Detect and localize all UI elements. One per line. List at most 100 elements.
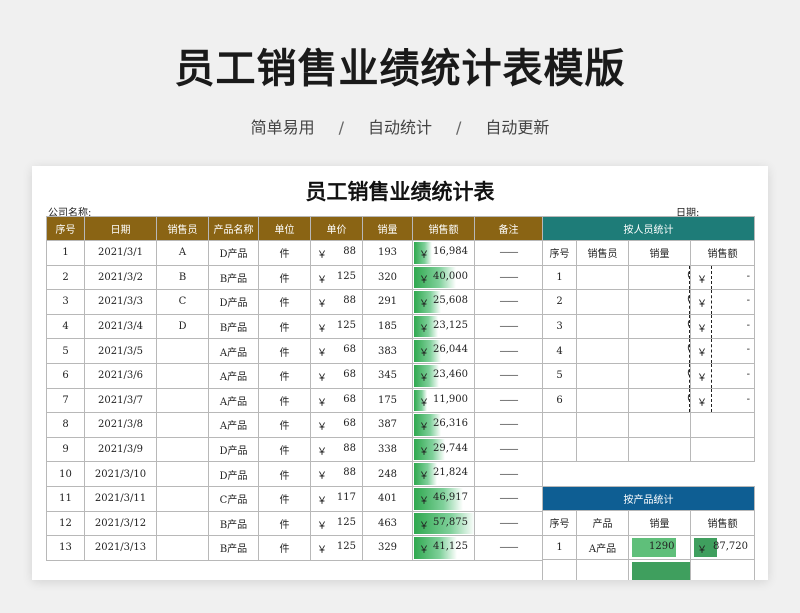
- empty-cell[interactable]: [542, 412, 577, 438]
- cell-product[interactable]: D产品: [208, 289, 259, 315]
- cell-product[interactable]: D产品: [208, 436, 259, 463]
- cell-note[interactable]: ——: [474, 313, 543, 340]
- empty-cell[interactable]: [542, 559, 577, 580]
- cell-seller[interactable]: [156, 362, 209, 389]
- cell-unit[interactable]: 件: [258, 412, 311, 438]
- cell-date[interactable]: 2021/3/6: [84, 362, 157, 389]
- empty-cell[interactable]: [576, 436, 629, 463]
- cell-no[interactable]: 8: [46, 412, 85, 438]
- cell-unit[interactable]: 件: [258, 535, 311, 561]
- cell-seller[interactable]: [156, 535, 209, 561]
- empty-cell[interactable]: [628, 412, 691, 438]
- cell-note[interactable]: ——: [474, 485, 543, 512]
- cell-note[interactable]: ——: [474, 289, 543, 315]
- cell-price[interactable]: ￥ 125: [310, 313, 363, 340]
- cell-no[interactable]: 9: [46, 436, 85, 463]
- cell-sales[interactable]: ￥ 29,744: [412, 436, 475, 463]
- cell-product[interactable]: C产品: [208, 485, 259, 512]
- cell-sales[interactable]: ￥ 21,824: [412, 461, 475, 487]
- person-col-seller[interactable]: 销售员: [576, 240, 629, 266]
- cell-price[interactable]: ￥ 88: [310, 461, 363, 487]
- col-header-date[interactable]: 日期: [84, 216, 157, 241]
- cell-note[interactable]: ——: [474, 461, 543, 487]
- cell-seller[interactable]: B: [156, 264, 209, 291]
- cell-product[interactable]: D产品: [208, 240, 259, 266]
- person-col-qty[interactable]: 销量: [628, 240, 691, 266]
- cell-seller[interactable]: [156, 510, 209, 537]
- cell-qty[interactable]: 175: [362, 387, 413, 414]
- person-cell-seller[interactable]: [576, 362, 629, 389]
- cell-seller[interactable]: [156, 436, 209, 463]
- cell-unit[interactable]: 件: [258, 313, 311, 340]
- cell-price[interactable]: ￥ 68: [310, 362, 363, 389]
- product-col-qty[interactable]: 销量: [628, 510, 691, 536]
- cell-product[interactable]: B产品: [208, 535, 259, 561]
- cell-product[interactable]: B产品: [208, 313, 259, 340]
- cell-seller[interactable]: [156, 412, 209, 438]
- cell-no[interactable]: 1: [46, 240, 85, 266]
- cell-no[interactable]: 13: [46, 535, 85, 561]
- empty-cell[interactable]: [690, 559, 755, 580]
- cell-qty[interactable]: 463: [362, 510, 413, 537]
- person-cell-no[interactable]: 2: [542, 289, 577, 315]
- cell-no[interactable]: 10: [46, 461, 85, 487]
- cell-note[interactable]: ——: [474, 387, 543, 414]
- cell-price[interactable]: ￥ 125: [310, 510, 363, 537]
- person-cell-qty[interactable]: 0: [628, 289, 691, 315]
- person-cell-sales[interactable]: ￥ -: [690, 264, 755, 291]
- product-col-no[interactable]: 序号: [542, 510, 577, 536]
- col-header-seller[interactable]: 销售员: [156, 216, 209, 241]
- person-cell-seller[interactable]: [576, 338, 629, 364]
- cell-unit[interactable]: 件: [258, 485, 311, 512]
- cell-product[interactable]: A产品: [208, 412, 259, 438]
- cell-qty[interactable]: 329: [362, 535, 413, 561]
- cell-sales[interactable]: ￥ 46,917: [412, 485, 475, 512]
- person-cell-seller[interactable]: [576, 313, 629, 340]
- person-cell-sales[interactable]: ￥ -: [690, 313, 755, 340]
- person-cell-qty[interactable]: 0: [628, 264, 691, 291]
- cell-product[interactable]: A产品: [208, 338, 259, 364]
- person-cell-qty[interactable]: 0: [628, 338, 691, 364]
- cell-seller[interactable]: [156, 461, 209, 487]
- product-col-sales[interactable]: 销售额: [690, 510, 755, 536]
- person-cell-seller[interactable]: [576, 289, 629, 315]
- cell-note[interactable]: ——: [474, 338, 543, 364]
- cell-note[interactable]: ——: [474, 436, 543, 463]
- empty-cell[interactable]: [542, 436, 577, 463]
- col-header-no[interactable]: 序号: [46, 216, 85, 241]
- cell-seller[interactable]: [156, 387, 209, 414]
- person-cell-seller[interactable]: [576, 387, 629, 414]
- cell-note[interactable]: ——: [474, 535, 543, 561]
- cell-no[interactable]: 4: [46, 313, 85, 340]
- cell-price[interactable]: ￥ 88: [310, 289, 363, 315]
- person-cell-sales[interactable]: ￥ -: [690, 289, 755, 315]
- person-cell-no[interactable]: 1: [542, 264, 577, 291]
- cell-seller[interactable]: [156, 485, 209, 512]
- empty-cell[interactable]: [690, 412, 755, 438]
- cell-note[interactable]: ——: [474, 240, 543, 266]
- cell-qty[interactable]: 401: [362, 485, 413, 512]
- cell-no[interactable]: 2: [46, 264, 85, 291]
- cell-note[interactable]: ——: [474, 412, 543, 438]
- product-col-name[interactable]: 产品: [576, 510, 629, 536]
- cell-date[interactable]: 2021/3/13: [84, 535, 157, 561]
- cell-date[interactable]: 2021/3/7: [84, 387, 157, 414]
- col-header-unit[interactable]: 单位: [258, 216, 311, 241]
- cell-unit[interactable]: 件: [258, 510, 311, 537]
- cell-price[interactable]: ￥ 68: [310, 412, 363, 438]
- cell-no[interactable]: 12: [46, 510, 85, 537]
- col-header-note[interactable]: 备注: [474, 216, 543, 241]
- empty-cell[interactable]: [690, 436, 755, 463]
- cell-note[interactable]: ——: [474, 510, 543, 537]
- cell-date[interactable]: 2021/3/5: [84, 338, 157, 364]
- cell-unit[interactable]: 件: [258, 289, 311, 315]
- col-header-sales[interactable]: 销售额: [412, 216, 475, 241]
- person-cell-no[interactable]: 3: [542, 313, 577, 340]
- cell-price[interactable]: ￥ 125: [310, 535, 363, 561]
- cell-no[interactable]: 3: [46, 289, 85, 315]
- cell-sales[interactable]: ￥ 16,984: [412, 240, 475, 266]
- empty-cell[interactable]: [576, 412, 629, 438]
- cell-date[interactable]: 2021/3/3: [84, 289, 157, 315]
- cell-qty[interactable]: 185: [362, 313, 413, 340]
- person-cell-qty[interactable]: 0: [628, 362, 691, 389]
